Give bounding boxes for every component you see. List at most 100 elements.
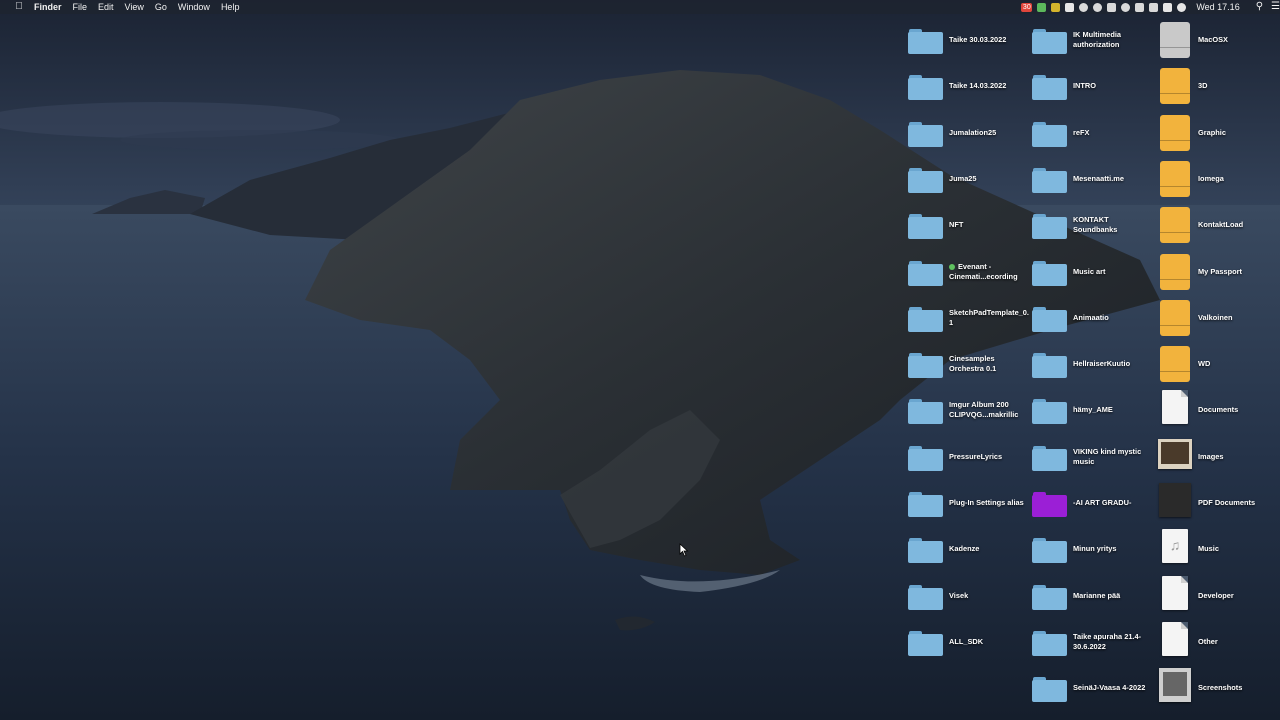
desktop-item[interactable]: IK Multimedia authorization <box>1032 22 1152 58</box>
desktop-item[interactable]: ALL_SDK <box>908 624 1028 660</box>
menu-bar:  Finder File Edit View Go Window Help 3… <box>0 0 1280 14</box>
document-stack-icon <box>1157 390 1193 428</box>
menu-view[interactable]: View <box>125 0 144 14</box>
desktop-item[interactable]: SeinäJ-Vaasa 4-2022 <box>1032 670 1152 706</box>
desktop-item[interactable]: Imgur Album 200 CLIPVQG...makrillic <box>908 392 1028 428</box>
desktop-item[interactable]: Taike 30.03.2022 <box>908 22 1028 58</box>
calendar-date-icon[interactable]: 30 <box>1021 2 1033 12</box>
desktop-item[interactable]: Documents <box>1157 390 1277 428</box>
menu-go[interactable]: Go <box>155 0 167 14</box>
desktop-item[interactable]: ♫ Music <box>1157 529 1277 567</box>
desktop-item[interactable]: Mesenaatti.me <box>1032 161 1152 197</box>
menu-window[interactable]: Window <box>178 0 210 14</box>
desktop-item[interactable]: KONTAKT Soundbanks <box>1032 207 1152 243</box>
desktop-item-label: Valkoinen <box>1198 300 1278 336</box>
desktop-item[interactable]: MacOSX <box>1157 22 1277 58</box>
desktop-item[interactable]: Evenant - Cinemati...ecording <box>908 254 1028 290</box>
camera-icon[interactable] <box>1079 2 1089 12</box>
desktop-item[interactable]: Music art <box>1032 254 1152 290</box>
folder-icon <box>1032 676 1068 706</box>
menu-edit[interactable]: Edit <box>98 0 114 14</box>
folder-icon <box>1032 537 1068 567</box>
menu-finder[interactable]: Finder <box>34 0 62 14</box>
desktop-item-label-text: My Passport <box>1198 267 1242 277</box>
folder-icon <box>1032 306 1068 336</box>
desktop-item[interactable]: SketchPadTemplate_0.1 <box>908 300 1029 336</box>
desktop-item[interactable]: WD <box>1157 346 1277 382</box>
desktop-item-label: Music art <box>1073 254 1153 290</box>
external-drive-icon <box>1157 68 1193 104</box>
desktop-item-label: KontaktLoad <box>1198 207 1278 243</box>
desktop-item[interactable]: Jumalation25 <box>908 115 1028 151</box>
desktop-item[interactable]: Kadenze <box>908 531 1028 567</box>
desktop-item[interactable]: Visek <box>908 578 1028 614</box>
desktop-item[interactable]: PressureLyrics <box>908 439 1028 475</box>
desktop-item[interactable]: Other <box>1157 622 1277 660</box>
status-icons: 30 <box>1016 2 1187 12</box>
search-icon[interactable]: ⚲ <box>1256 0 1263 14</box>
desktop-item[interactable]: Screenshots <box>1157 668 1278 706</box>
desktop-item[interactable]: PDF Documents <box>1157 483 1277 521</box>
desktop-item-label: Images <box>1198 439 1278 475</box>
desktop-item[interactable]: INTRO <box>1032 68 1152 104</box>
desktop-item[interactable]: Plug-In Settings alias <box>908 485 1028 521</box>
external-drive-icon <box>1157 207 1193 243</box>
desktop-item-label: Taike 30.03.2022 <box>949 22 1029 58</box>
desktop-item[interactable]: Images <box>1157 439 1277 475</box>
desktop-item[interactable]: -AI ART GRADU- <box>1032 485 1152 521</box>
clock[interactable]: Wed 17.16 <box>1196 0 1239 14</box>
desktop-item[interactable]: NFT <box>908 207 1028 243</box>
desktop-item-label: Minun yritys <box>1073 531 1153 567</box>
desktop-item[interactable]: Iomega <box>1157 161 1277 197</box>
app-status-icon-green[interactable] <box>1037 2 1047 12</box>
menu-help[interactable]: Help <box>221 0 240 14</box>
desktop-item-label: Screenshots <box>1198 670 1278 706</box>
desktop-item[interactable]: HellraiserKuutio <box>1032 346 1152 382</box>
folder-icon <box>908 445 944 475</box>
menu-file[interactable]: File <box>73 0 88 14</box>
app-status-icon-yellow[interactable] <box>1051 2 1061 12</box>
desktop-item[interactable]: Minun yritys <box>1032 531 1152 567</box>
desktop-item[interactable]: hämy_AME <box>1032 392 1152 428</box>
desktop-item-label-text: PDF Documents <box>1198 498 1256 508</box>
control-center-icon[interactable]: ☰ <box>1271 0 1280 14</box>
pdf-stack-icon <box>1157 483 1193 521</box>
desktop-item-label-text: INTRO <box>1073 81 1096 91</box>
internal-drive-icon <box>1157 22 1193 58</box>
cloud-icon[interactable] <box>1065 2 1075 12</box>
desktop-item-label-text: KontaktLoad <box>1198 220 1244 230</box>
desktop-item[interactable]: reFX <box>1032 115 1152 151</box>
dropbox-icon[interactable] <box>1107 2 1117 12</box>
desktop-item[interactable]: Taike 14.03.2022 <box>908 68 1028 104</box>
shield-icon[interactable] <box>1135 2 1145 12</box>
desktop-item-label-text: WD <box>1198 359 1211 369</box>
desktop-item-label: -AI ART GRADU- <box>1073 485 1153 521</box>
desktop-item-label-text: hämy_AME <box>1073 405 1113 415</box>
desktop-item[interactable]: 3D <box>1157 68 1277 104</box>
desktop-item[interactable]: My Passport <box>1157 254 1277 290</box>
folder-icon <box>1032 28 1068 58</box>
folder-icon <box>908 584 944 614</box>
wifi-icon[interactable] <box>1177 2 1187 12</box>
screenshots-stack-icon <box>1157 668 1193 706</box>
desktop-item[interactable]: VIKING kind mystic music <box>1032 439 1152 475</box>
desktop-item-label: Evenant - Cinemati...ecording <box>949 254 1029 290</box>
desktop-item[interactable]: Animaatio <box>1032 300 1152 336</box>
grid-icon[interactable] <box>1149 2 1159 12</box>
desktop-item[interactable]: Marianne pää <box>1032 578 1152 614</box>
desktop-item-label-text: Marianne pää <box>1073 591 1121 601</box>
desktop-item[interactable]: KontaktLoad <box>1157 207 1277 243</box>
desktop-item[interactable]: Graphic <box>1157 115 1277 151</box>
sync-icon[interactable] <box>1121 2 1131 12</box>
desktop-item[interactable]: Developer <box>1157 576 1277 614</box>
creative-cloud-icon[interactable] <box>1093 2 1103 12</box>
folder-icon <box>1032 260 1068 290</box>
desktop-item[interactable]: Juma25 <box>908 161 1028 197</box>
apple-icon[interactable]:  <box>12 0 26 14</box>
desktop-item[interactable]: Taike apuraha 21.4-30.6.2022 <box>1032 624 1152 660</box>
desktop-item[interactable]: Cinesamples Orchestra 0.1 <box>908 346 1028 382</box>
battery-icon[interactable] <box>1163 2 1173 12</box>
desktop-item-label: My Passport <box>1198 254 1278 290</box>
desktop-item[interactable]: Valkoinen <box>1157 300 1277 336</box>
desktop-item-label-text: Taike apuraha 21.4-30.6.2022 <box>1073 632 1142 651</box>
